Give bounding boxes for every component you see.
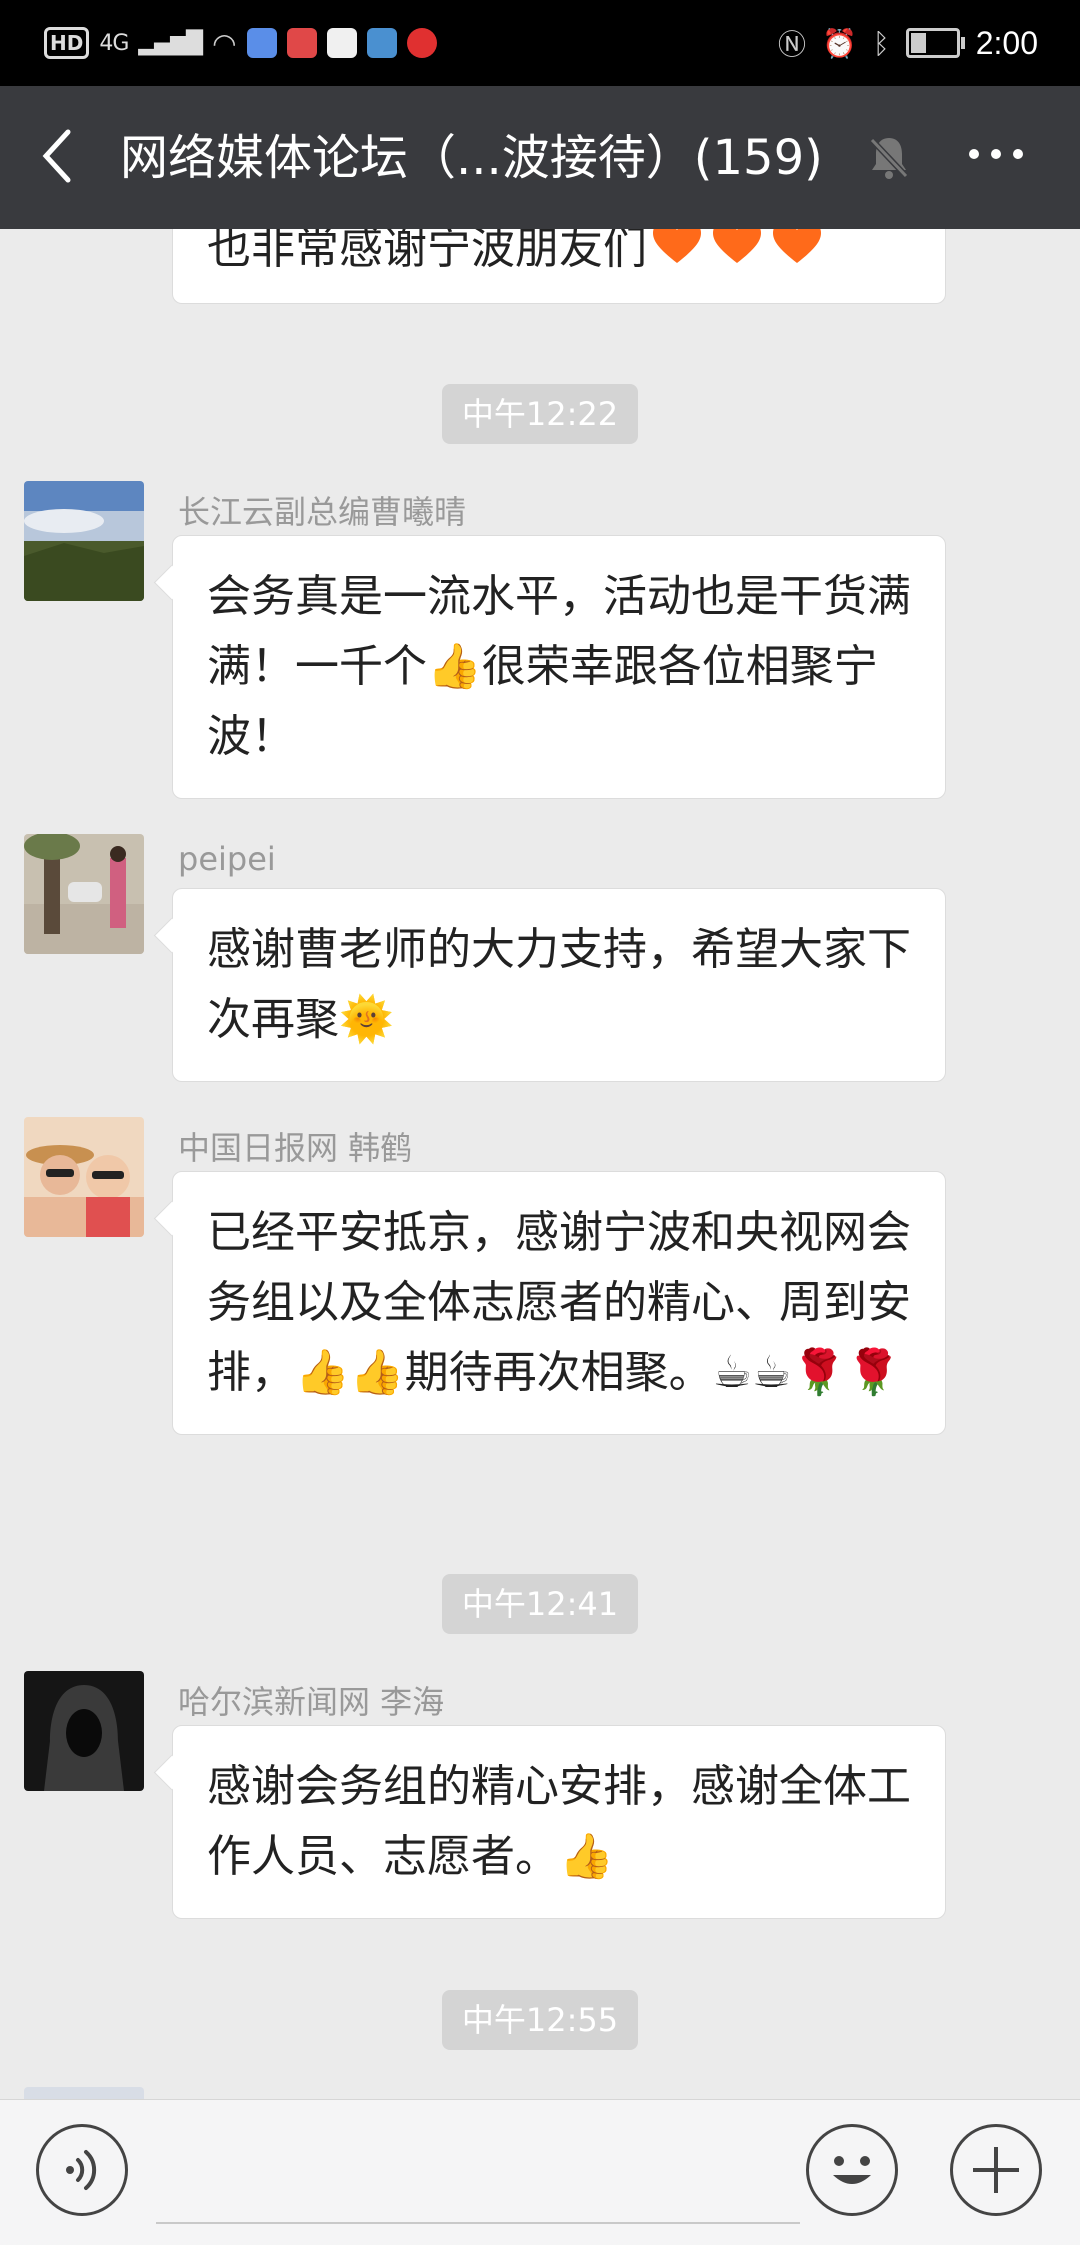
video-app-icon bbox=[406, 28, 437, 58]
message-text: 感谢曹老师的大力支持，希望大家下次再聚🌞 bbox=[207, 924, 911, 1045]
battery-icon bbox=[905, 28, 965, 58]
message-text: 感谢会务组的精心安排，感谢全体工作人员、志愿者。👍 bbox=[207, 1761, 911, 1882]
plus-icon bbox=[973, 2147, 1019, 2193]
nfc-icon: Ⓝ bbox=[778, 28, 807, 61]
browser-app-icon bbox=[366, 28, 397, 58]
status-left: HD 4G ▂▄▆█ ◠ bbox=[44, 22, 437, 64]
chat-area[interactable]: 也非常感谢宁波朋友们 中午12:22 长江云副总编曹曦晴 会务真是一流水平，活动… bbox=[0, 229, 1080, 2099]
bluetooth-icon: ᛒ bbox=[872, 26, 890, 60]
chat-header: 网络媒体论坛（...波接待）(159) bbox=[0, 86, 1080, 229]
timestamp: 中午12:22 bbox=[442, 384, 638, 444]
battery-fill bbox=[910, 33, 926, 53]
signal-icon: ▂▄▆█ bbox=[138, 30, 203, 56]
pai-app-icon bbox=[326, 28, 357, 58]
voice-button[interactable] bbox=[36, 2124, 128, 2216]
chat-title: 网络媒体论坛（...波接待）(159) bbox=[120, 130, 823, 186]
avatar[interactable] bbox=[24, 2087, 144, 2099]
sender-name: 中国日报网 韩鹤 bbox=[178, 1129, 413, 1167]
sender-name: peipei bbox=[178, 840, 276, 878]
emoji-button[interactable] bbox=[806, 2124, 898, 2216]
message-text: 已经平安抵京，感谢宁波和央视网会务组以及全体志愿者的精心、周到安排，👍👍期待再次… bbox=[207, 1207, 911, 1398]
sender-name: 哈尔滨新闻网 李海 bbox=[178, 1683, 445, 1721]
clock: 2:00 bbox=[975, 24, 1038, 61]
hooded-figure-avatar[interactable] bbox=[24, 1671, 144, 1791]
status-bar: HD 4G ▂▄▆█ ◠ Ⓝ ⏰ ᛒ 2:00 bbox=[0, 0, 1080, 86]
chevron-left-icon[interactable] bbox=[38, 124, 78, 188]
woman-street-photo-avatar[interactable] bbox=[24, 834, 144, 954]
orange-heart-icon bbox=[653, 229, 701, 263]
smiley-icon bbox=[833, 2156, 871, 2184]
timestamp: 中午12:41 bbox=[442, 1574, 638, 1634]
app-notification-icon bbox=[246, 28, 277, 58]
orange-heart-icon bbox=[773, 229, 821, 263]
message-bubble[interactable]: 已经平安抵京，感谢宁波和央视网会务组以及全体志愿者的精心、周到安排，👍👍期待再次… bbox=[172, 1171, 946, 1435]
network-type: 4G bbox=[99, 30, 129, 56]
wifi-icon: ◠ bbox=[212, 26, 237, 60]
family-photo-avatar[interactable] bbox=[24, 1117, 144, 1237]
sender-name: 长江云副总编曹曦晴 bbox=[178, 493, 467, 531]
message-bubble[interactable]: 感谢会务组的精心安排，感谢全体工作人员、志愿者。👍 bbox=[172, 1725, 946, 1919]
message-text: 也非常感谢宁波朋友们 bbox=[207, 229, 647, 274]
landscape-photo-avatar[interactable] bbox=[24, 481, 144, 601]
news-app-icon bbox=[286, 28, 317, 58]
message-bubble[interactable]: 感谢曹老师的大力支持，希望大家下次再聚🌞 bbox=[172, 888, 946, 1082]
voice-icon bbox=[66, 2150, 97, 2190]
plus-button[interactable] bbox=[950, 2124, 1042, 2216]
message-text: 会务真是一流水平，活动也是干货满满！一千个👍很荣幸跟各位相聚宁波！ bbox=[207, 571, 911, 762]
alarm-icon: ⏰ bbox=[822, 26, 857, 60]
timestamp: 中午12:55 bbox=[442, 1990, 638, 2050]
status-right: Ⓝ ⏰ ᛒ 2:00 bbox=[778, 18, 1038, 68]
message-input[interactable] bbox=[156, 2130, 800, 2224]
bell-muted-icon bbox=[869, 137, 909, 179]
message-bubble[interactable]: 会务真是一流水平，活动也是干货满满！一千个👍很荣幸跟各位相聚宁波！ bbox=[172, 535, 946, 799]
orange-heart-icon bbox=[713, 229, 761, 263]
hd-indicator: HD bbox=[44, 27, 90, 59]
message-bubble[interactable]: 也非常感谢宁波朋友们 bbox=[172, 229, 946, 304]
more-dots-icon[interactable] bbox=[966, 134, 1026, 174]
input-bar bbox=[0, 2099, 1080, 2245]
